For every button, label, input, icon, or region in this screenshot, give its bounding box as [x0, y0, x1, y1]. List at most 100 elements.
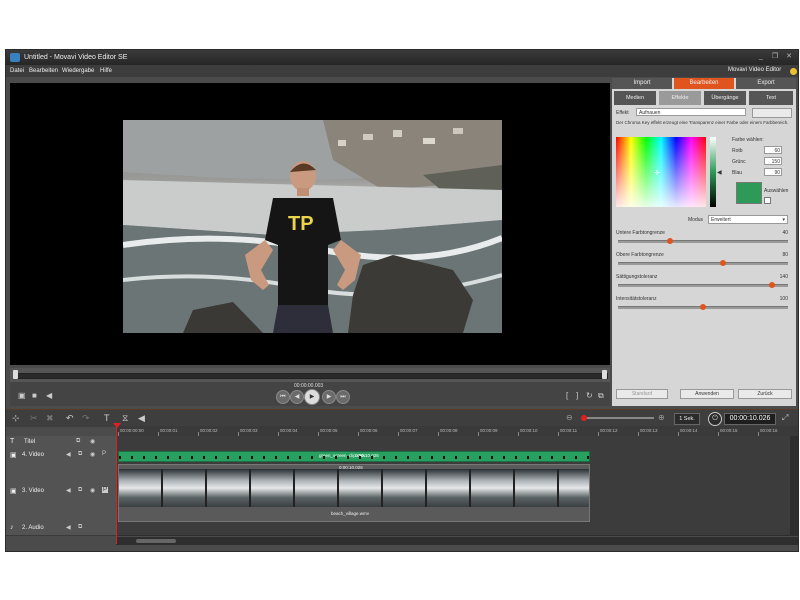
maximize-button[interactable]: ❐ — [770, 52, 780, 62]
slider-thumb[interactable] — [768, 282, 775, 288]
mute-icon[interactable]: ◀ — [66, 524, 71, 531]
standard-button[interactable]: Standard — [616, 389, 668, 399]
crop-icon[interactable]: ⧉ — [598, 391, 604, 401]
delete-icon[interactable]: ✖ — [46, 413, 54, 424]
subtab-text[interactable]: Text — [749, 91, 793, 105]
slider-track[interactable] — [618, 284, 788, 287]
ruler-tick-label: 00:00:11 — [560, 428, 578, 433]
effects-icon[interactable]: P — [102, 451, 106, 457]
fullscreen-icon[interactable]: ■ — [32, 391, 37, 400]
rgb-green-input[interactable]: 150 — [764, 157, 782, 165]
mark-in-icon[interactable]: [ — [566, 391, 568, 400]
scrub-track[interactable] — [14, 373, 608, 379]
zoom-slider[interactable] — [584, 417, 654, 419]
effect-field[interactable]: Aufnauen — [636, 108, 746, 116]
svg-text:TP: TP — [288, 213, 314, 235]
scrub-handle[interactable] — [13, 370, 18, 379]
rgb-red-input[interactable]: 60 — [764, 146, 782, 154]
brightness-pointer-icon[interactable]: ◀ — [717, 169, 722, 176]
track-lane-video-3[interactable]: 0:00:10.026 beach_village.wmv — [116, 462, 798, 523]
scrollbar-thumb[interactable] — [136, 539, 176, 543]
menu-hilfe[interactable]: Hilfe — [100, 65, 112, 77]
clip-keyframes — [119, 456, 589, 459]
playhead-marker-icon[interactable] — [113, 423, 121, 428]
video-preview[interactable]: TP — [10, 83, 610, 365]
slider-thumb[interactable] — [719, 260, 726, 266]
scrub-end-handle[interactable] — [602, 370, 607, 379]
apply-button[interactable]: Anwenden — [680, 389, 734, 399]
step-forward-button[interactable]: ▶ — [322, 390, 336, 404]
tab-import[interactable]: Import — [612, 78, 672, 89]
brand-label: Movavi Video Editor — [728, 67, 782, 73]
redo-icon[interactable]: ↷ — [82, 413, 90, 424]
text-tool-icon[interactable]: T — [104, 413, 110, 423]
visibility-icon[interactable]: ◉ — [90, 451, 95, 458]
color-spectrum[interactable] — [616, 137, 706, 207]
tab-export[interactable]: Export — [736, 78, 796, 89]
effects-icon[interactable]: P — [102, 487, 109, 493]
volume-icon[interactable]: ◀ — [46, 391, 52, 400]
zoom-out-icon[interactable]: ⊖ — [566, 413, 573, 422]
mark-out-icon[interactable]: ] — [576, 391, 578, 400]
zoom-slider-thumb[interactable] — [581, 415, 587, 421]
rotate-icon[interactable]: ↻ — [586, 391, 593, 400]
zoom-in-icon[interactable]: ⊕ — [658, 413, 665, 422]
subtab-uebergaenge[interactable]: Übergänge — [704, 91, 746, 105]
rgb-blue-input[interactable]: 90 — [764, 168, 782, 176]
brightness-strip[interactable] — [710, 137, 716, 207]
transition-icon[interactable]: ⧖ — [122, 413, 128, 424]
split-icon[interactable]: ⊹ — [12, 413, 20, 424]
skip-forward-button[interactable]: ⏭ — [336, 390, 350, 404]
help-icon[interactable] — [790, 68, 797, 75]
menu-wiedergabe[interactable]: Wiedergabe — [62, 65, 94, 77]
track-lane-audio-2[interactable] — [116, 522, 798, 536]
lock-icon[interactable]: ⧉ — [78, 524, 82, 531]
minimize-button[interactable]: _ — [756, 52, 766, 62]
playhead[interactable] — [116, 424, 117, 544]
menu-datei[interactable]: Datei — [10, 65, 24, 77]
mode-select[interactable]: Erweitert ▾ — [708, 215, 788, 224]
slider-thumb[interactable] — [700, 304, 706, 310]
track-lane-titel[interactable] — [116, 436, 798, 450]
mute-icon[interactable]: ◀ — [66, 487, 71, 494]
horizontal-scrollbar[interactable] — [116, 537, 798, 545]
zoom-scale[interactable]: 1 Sek. — [674, 413, 700, 425]
scrub-bar[interactable] — [10, 368, 610, 382]
cut-icon[interactable]: ✂ — [30, 413, 38, 424]
undo-icon[interactable]: ↶ — [66, 413, 74, 424]
ruler-tick-label: 00:00:13 — [640, 428, 658, 433]
timeline-ruler[interactable]: 00:00:00:00 00:00:01 00:00:02 00:00:03 00:00… — [116, 426, 798, 436]
menu-bearbeiten[interactable]: Bearbeiten — [29, 65, 58, 77]
step-back-button[interactable]: ◀ — [290, 390, 304, 404]
ruler-tick-label: 00:00:16 — [760, 428, 778, 433]
audio-icon[interactable]: ◀ — [138, 413, 145, 424]
color-crosshair-icon[interactable]: ✛ — [654, 169, 660, 177]
vertical-scrollbar[interactable] — [790, 436, 798, 536]
green-screen-clip[interactable]: green_screen_clip.mov 0:00:10.026 — [118, 451, 590, 462]
subtab-effekte[interactable]: Effekte — [659, 91, 701, 105]
visibility-icon[interactable]: ◉ — [90, 487, 95, 494]
track-lane-video-4[interactable]: green_screen_clip.mov 0:00:10.026 — [116, 449, 798, 463]
skip-back-button[interactable]: ⏮ — [276, 390, 290, 404]
lock-icon[interactable]: ⧉ — [76, 438, 80, 445]
slider-value: 40 — [782, 230, 788, 236]
fit-timeline-icon[interactable]: ⤢ — [782, 413, 788, 423]
picker-checkbox[interactable] — [764, 197, 771, 204]
visibility-icon[interactable]: ◉ — [90, 438, 95, 445]
beach-video-clip[interactable]: 0:00:10.026 beach_village.wmv — [118, 464, 590, 522]
lock-icon[interactable]: ⧉ — [78, 487, 82, 494]
tab-bearbeiten[interactable]: Bearbeiten — [674, 78, 734, 89]
lock-icon[interactable]: ⧉ — [78, 451, 82, 458]
snapshot-icon[interactable]: ▣ — [18, 391, 26, 400]
slider-track[interactable] — [618, 240, 788, 243]
play-button[interactable]: ▶ — [304, 389, 320, 405]
slider-thumb[interactable] — [667, 238, 674, 244]
mute-icon[interactable]: ◀ — [66, 451, 71, 458]
back-button[interactable]: Zurück — [738, 389, 792, 399]
power-icon[interactable]: ⏻ — [708, 412, 722, 426]
effect-action-button[interactable] — [752, 108, 792, 118]
close-button[interactable]: ✕ — [784, 52, 794, 62]
slider-track[interactable] — [618, 262, 788, 265]
track-name: 2. Audio — [22, 525, 44, 531]
subtab-medien[interactable]: Medien — [614, 91, 656, 105]
